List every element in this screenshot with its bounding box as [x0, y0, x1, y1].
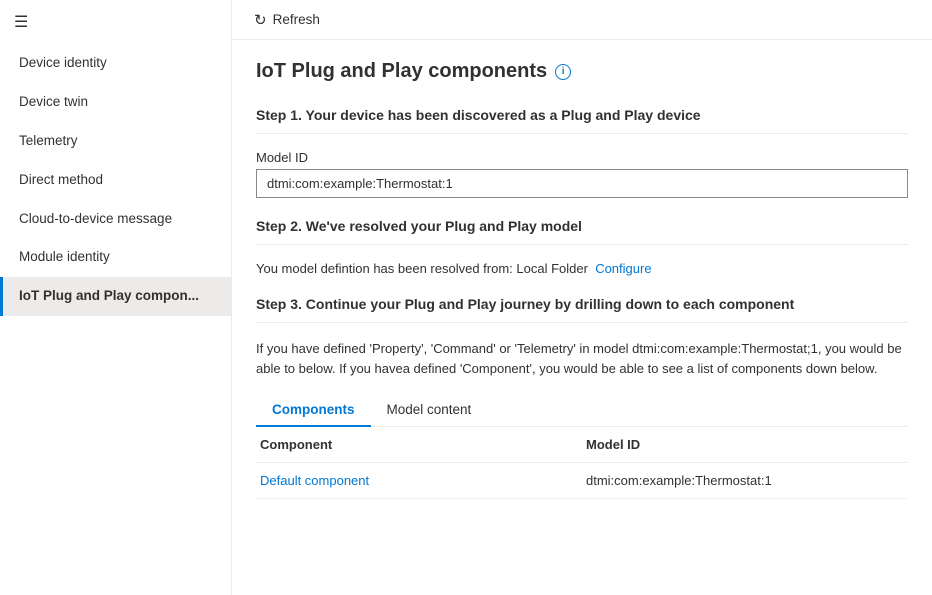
components-table: Component Model ID Default component dtm…	[256, 427, 908, 499]
row-component-link[interactable]: Default component	[256, 473, 582, 488]
sidebar-item-iot-plug[interactable]: IoT Plug and Play compon...	[0, 277, 231, 316]
hamburger-menu[interactable]: ☰	[0, 0, 231, 44]
row-model-id: dtmi:com:example:Thermostat:1	[582, 473, 908, 488]
sidebar-item-device-identity[interactable]: Device identity	[0, 44, 231, 83]
refresh-label: Refresh	[273, 12, 320, 27]
step3-description: If you have defined 'Property', 'Command…	[256, 339, 908, 378]
tabs-container: Components Model content	[256, 394, 908, 427]
tab-model-content[interactable]: Model content	[371, 394, 488, 427]
main-content: ↻ Refresh IoT Plug and Play components i…	[232, 0, 932, 595]
step1-heading: Step 1. Your device has been discovered …	[256, 107, 908, 123]
step2-divider	[256, 244, 908, 245]
model-id-label: Model ID	[256, 150, 908, 165]
sidebar-item-module-identity[interactable]: Module identity	[0, 238, 231, 277]
info-icon[interactable]: i	[555, 64, 571, 80]
sidebar-item-device-twin[interactable]: Device twin	[0, 83, 231, 122]
step2-text: You model defintion has been resolved fr…	[256, 261, 588, 276]
page-title: IoT Plug and Play components	[256, 60, 547, 83]
step1-divider	[256, 133, 908, 134]
refresh-icon: ↻	[254, 11, 267, 29]
content-area: IoT Plug and Play components i Step 1. Y…	[232, 40, 932, 595]
model-id-input[interactable]	[256, 169, 908, 198]
step3-heading: Step 3. Continue your Plug and Play jour…	[256, 296, 908, 312]
toolbar: ↻ Refresh	[232, 0, 932, 40]
step1-section: Step 1. Your device has been discovered …	[256, 107, 908, 198]
sidebar-item-telemetry[interactable]: Telemetry	[0, 122, 231, 161]
sidebar-item-direct-method[interactable]: Direct method	[0, 161, 231, 200]
refresh-button[interactable]: ↻ Refresh	[248, 7, 326, 33]
page-title-container: IoT Plug and Play components i	[256, 60, 908, 83]
configure-link[interactable]: Configure	[595, 261, 651, 276]
step2-description: You model defintion has been resolved fr…	[256, 261, 908, 276]
sidebar: ☰ Device identity Device twin Telemetry …	[0, 0, 232, 595]
tab-components[interactable]: Components	[256, 394, 371, 427]
sidebar-item-cloud-to-device[interactable]: Cloud-to-device message	[0, 200, 231, 239]
step2-heading: Step 2. We've resolved your Plug and Pla…	[256, 218, 908, 234]
table-header-row: Component Model ID	[256, 427, 908, 463]
step3-section: Step 3. Continue your Plug and Play jour…	[256, 296, 908, 499]
table-row: Default component dtmi:com:example:Therm…	[256, 463, 908, 499]
step3-divider	[256, 322, 908, 323]
header-model-id: Model ID	[582, 437, 908, 452]
step2-section: Step 2. We've resolved your Plug and Pla…	[256, 218, 908, 276]
header-component: Component	[256, 437, 582, 452]
